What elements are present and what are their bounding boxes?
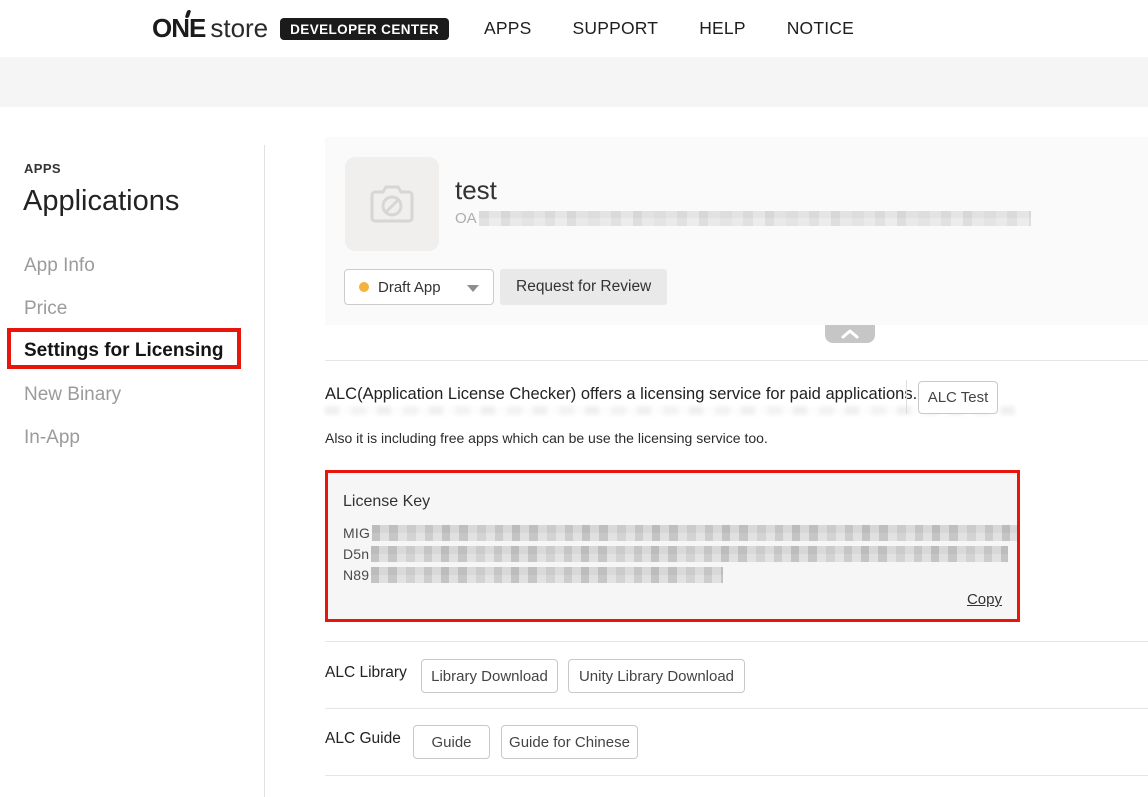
guide-for-chinese-button[interactable]: Guide for Chinese bbox=[501, 725, 638, 759]
section-divider bbox=[325, 360, 1148, 361]
nav-apps[interactable]: APPS bbox=[484, 18, 532, 39]
logo-one-text: ONE bbox=[152, 13, 205, 44]
nav-help[interactable]: HELP bbox=[699, 18, 746, 39]
sidebar-item-app-info[interactable]: App Info bbox=[24, 255, 95, 277]
draft-status-dot-icon bbox=[359, 282, 369, 292]
app-id-redacted-blur bbox=[479, 211, 1031, 226]
app-id-prefix: OA bbox=[455, 210, 477, 227]
developer-center-badge: DEVELOPER CENTER bbox=[280, 18, 449, 40]
license-key-value: MIG D5n N89 bbox=[343, 522, 1017, 585]
nav-support[interactable]: SUPPORT bbox=[573, 18, 659, 39]
license-key-prefix: N89 bbox=[343, 567, 369, 583]
top-navigation: APPS SUPPORT HELP NOTICE bbox=[484, 0, 854, 57]
license-key-redacted-blur bbox=[371, 546, 1008, 562]
no-image-camera-icon bbox=[369, 184, 415, 224]
license-key-line: D5n bbox=[343, 543, 1017, 564]
section-divider bbox=[325, 775, 1148, 776]
logo-store-text: store bbox=[210, 13, 268, 44]
app-status-dropdown[interactable]: Draft App bbox=[344, 269, 494, 305]
sidebar-item-in-app[interactable]: In-App bbox=[24, 427, 80, 449]
library-download-button[interactable]: Library Download bbox=[421, 659, 558, 693]
license-key-box: License Key MIG D5n N89 Copy bbox=[325, 470, 1020, 622]
license-key-redacted-blur bbox=[371, 567, 723, 583]
license-key-line: MIG bbox=[343, 522, 1017, 543]
alc-description: ALC(Application License Checker) offers … bbox=[325, 385, 917, 404]
onestore-logo[interactable]: ONE store DEVELOPER CENTER bbox=[152, 0, 449, 57]
app-icon-placeholder bbox=[345, 157, 439, 251]
alc-note: Also it is including free apps which can… bbox=[325, 430, 768, 446]
sidebar-section-label: APPS bbox=[24, 161, 61, 176]
section-divider bbox=[325, 641, 1148, 642]
license-key-line: N89 bbox=[343, 564, 1017, 585]
copy-license-key-link[interactable]: Copy bbox=[967, 591, 1002, 608]
app-status-selected: Draft App bbox=[378, 279, 441, 296]
sidebar-divider bbox=[264, 145, 265, 797]
unity-library-download-button[interactable]: Unity Library Download bbox=[568, 659, 745, 693]
app-header-panel: test OA Draft App Request for Review bbox=[325, 137, 1148, 325]
chevron-up-icon bbox=[841, 329, 859, 339]
guide-button[interactable]: Guide bbox=[413, 725, 490, 759]
sub-header-band bbox=[0, 57, 1148, 107]
sidebar-item-new-binary[interactable]: New Binary bbox=[24, 384, 121, 406]
alc-guide-label: ALC Guide bbox=[325, 730, 401, 748]
collapse-panel-button[interactable] bbox=[825, 325, 875, 343]
sidebar-item-price[interactable]: Price bbox=[24, 298, 67, 320]
app-id-row: OA bbox=[455, 210, 1031, 227]
nav-notice[interactable]: NOTICE bbox=[787, 18, 854, 39]
license-key-prefix: D5n bbox=[343, 546, 369, 562]
license-key-redacted-blur bbox=[372, 525, 1017, 541]
sidebar-title: Applications bbox=[23, 185, 179, 218]
app-title: test bbox=[455, 175, 497, 206]
license-key-label: License Key bbox=[343, 493, 430, 511]
request-for-review-button[interactable]: Request for Review bbox=[500, 269, 667, 305]
section-divider bbox=[325, 708, 1148, 709]
top-bar: ONE store DEVELOPER CENTER APPS SUPPORT … bbox=[0, 0, 1148, 57]
license-key-prefix: MIG bbox=[343, 525, 370, 541]
alc-test-divider bbox=[906, 380, 907, 414]
alc-library-label: ALC Library bbox=[325, 664, 407, 682]
blur-artifact-strip bbox=[325, 406, 1015, 415]
chevron-down-icon bbox=[467, 285, 479, 292]
alc-test-button[interactable]: ALC Test bbox=[918, 381, 998, 414]
sidebar-item-settings-for-licensing[interactable]: Settings for Licensing bbox=[24, 340, 224, 362]
